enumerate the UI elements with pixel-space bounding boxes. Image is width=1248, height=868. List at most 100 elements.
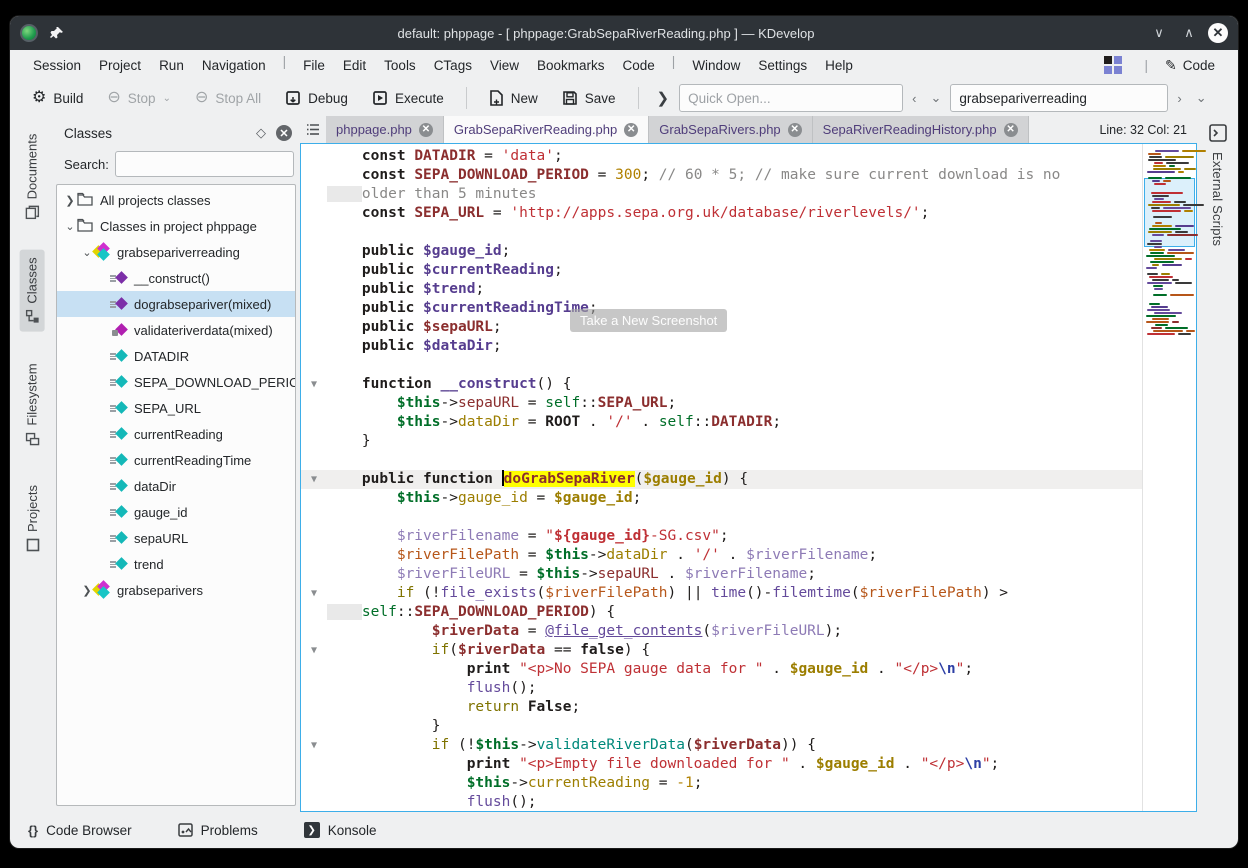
code-line[interactable]: self::SEPA_DOWNLOAD_PERIOD) { xyxy=(301,603,1142,622)
code-line[interactable]: $this->dataDir = ROOT . '/' . self::DATA… xyxy=(301,413,1142,432)
tree-item-datadir[interactable]: DATADIR xyxy=(57,343,295,369)
tree-item-classes-in-project-phppage[interactable]: ⌄Classes in project phppage xyxy=(57,213,295,239)
tree-item-trend[interactable]: trend xyxy=(57,551,295,577)
code-line[interactable]: $riverFilePath = $this->dataDir . '/' . … xyxy=(301,546,1142,565)
code-line[interactable] xyxy=(301,508,1142,527)
code-line[interactable]: public $currentReading; xyxy=(301,261,1142,280)
titlebar[interactable]: default: phppage - [ phppage:GrabSepaRiv… xyxy=(10,16,1238,50)
tab-close-icon[interactable]: ✕ xyxy=(1004,123,1018,137)
classes-search-input[interactable] xyxy=(115,151,294,177)
tree-item-gauge-id[interactable]: gauge_id xyxy=(57,499,295,525)
tree-item-sepa-url[interactable]: SEPA_URL xyxy=(57,395,295,421)
tab-close-icon[interactable]: ✕ xyxy=(419,123,433,137)
maximize-button[interactable]: ∧ xyxy=(1178,22,1200,44)
code-line[interactable]: $this->currentReading = -1; xyxy=(301,774,1142,793)
code-line[interactable]: const DATADIR = 'data'; xyxy=(301,147,1142,166)
code-browser-toolview[interactable]: {} Code Browser xyxy=(28,823,132,838)
menu-item-navigation[interactable]: Navigation xyxy=(193,54,275,77)
tab-grabseparivers-php[interactable]: GrabSepaRivers.php✕ xyxy=(649,116,812,143)
problems-toolview[interactable]: Problems xyxy=(178,823,258,838)
code-line[interactable]: ▼ if (!file_exists($riverFilePath) || ti… xyxy=(301,584,1142,603)
menu-item-session[interactable]: Session xyxy=(24,54,90,77)
tab-phppage-php[interactable]: phppage.php✕ xyxy=(326,116,444,143)
fold-marker-icon[interactable]: ▼ xyxy=(301,641,327,660)
code-line[interactable]: ▼ function __construct() { xyxy=(301,375,1142,394)
code-line[interactable]: } xyxy=(301,432,1142,451)
fold-marker-icon[interactable]: ▼ xyxy=(301,470,327,489)
code-line[interactable]: flush(); xyxy=(301,793,1142,811)
code-line[interactable]: $riverFileURL = $this->sepaURL . $riverF… xyxy=(301,565,1142,584)
tree-item--construct-[interactable]: __construct() xyxy=(57,265,295,291)
search-options-icon[interactable]: ⌄ xyxy=(1191,90,1212,106)
area-switcher-icon[interactable] xyxy=(1104,56,1122,74)
menu-item-edit[interactable]: Edit xyxy=(334,54,375,77)
code-line[interactable]: ▼ if($riverData == false) { xyxy=(301,641,1142,660)
code-line[interactable]: $this->gauge_id = $gauge_id; xyxy=(301,489,1142,508)
menu-item-ctags[interactable]: CTags xyxy=(425,54,481,77)
minimize-button[interactable]: ∨ xyxy=(1148,22,1170,44)
tree-item-sepa-download-period[interactable]: SEPA_DOWNLOAD_PERIOD xyxy=(57,369,295,395)
tree-item-sepaurl[interactable]: sepaURL xyxy=(57,525,295,551)
toolbar-overflow-chevron[interactable]: ❯ xyxy=(651,89,676,107)
chevron-right-icon[interactable]: ❯ xyxy=(63,194,77,207)
symbol-search-input[interactable] xyxy=(950,84,1168,112)
quick-open-input[interactable] xyxy=(679,84,903,112)
code-line[interactable]: public $dataDir; xyxy=(301,337,1142,356)
tree-item-currentreadingtime[interactable]: currentReadingTime xyxy=(57,447,295,473)
minimap-viewport[interactable] xyxy=(1144,178,1195,247)
code-line[interactable]: $this->sepaURL = self::SEPA_URL; xyxy=(301,394,1142,413)
history-back-icon[interactable]: ‹ xyxy=(907,91,921,106)
sidebar-item-filesystem[interactable]: Filesystem xyxy=(20,355,45,453)
code-line[interactable]: $riverData = @file_get_contents($riverFi… xyxy=(301,622,1142,641)
tree-item-currentreading[interactable]: currentReading xyxy=(57,421,295,447)
code-line[interactable]: } xyxy=(301,717,1142,736)
tree-item-validateriverdata-mixed-[interactable]: validateriverdata(mixed) xyxy=(57,317,295,343)
tab-separiverreadinghistory-php[interactable]: SepaRiverReadingHistory.php✕ xyxy=(813,116,1029,143)
code-line[interactable]: print "<p>No SEPA gauge data for " . $ga… xyxy=(301,660,1142,679)
execute-button[interactable]: Execute xyxy=(362,85,454,111)
menu-item-code[interactable]: Code xyxy=(614,54,664,77)
code-line[interactable]: ▼ public function doGrabSepaRiver($gauge… xyxy=(301,470,1142,489)
search-next-icon[interactable]: › xyxy=(1172,91,1186,106)
code-line[interactable] xyxy=(301,223,1142,242)
tree-item-grabsepariverreading[interactable]: ⌄grabsepariverreading xyxy=(57,239,295,265)
menu-item-tools[interactable]: Tools xyxy=(375,54,425,77)
code-line[interactable]: older than 5 minutes xyxy=(301,185,1142,204)
code-line[interactable]: public $gauge_id; xyxy=(301,242,1142,261)
minimap-scrollbar[interactable] xyxy=(1142,144,1196,811)
menu-item-help[interactable]: Help xyxy=(816,54,862,77)
tree-item-all-projects-classes[interactable]: ❯All projects classes xyxy=(57,187,295,213)
tab-close-icon[interactable]: ✕ xyxy=(624,123,638,137)
sidebar-item-classes[interactable]: Classes xyxy=(20,249,45,331)
code-line[interactable]: return False; xyxy=(301,698,1142,717)
save-button[interactable]: Save xyxy=(552,85,626,111)
code-line[interactable] xyxy=(301,356,1142,375)
tree-item-dograbsepariver-mixed-[interactable]: dograbsepariver(mixed) xyxy=(57,291,295,317)
document-list-icon[interactable] xyxy=(300,116,326,143)
code-line[interactable] xyxy=(301,451,1142,470)
sidebar-item-projects[interactable]: Projects xyxy=(20,477,45,560)
code-text[interactable]: const DATADIR = 'data'; const SEPA_DOWNL… xyxy=(301,144,1142,811)
code-line[interactable]: print "<p>Empty file downloaded for " . … xyxy=(301,755,1142,774)
history-down-icon[interactable]: ⌄ xyxy=(925,90,946,106)
chevron-down-icon[interactable]: ⌄ xyxy=(63,220,77,233)
code-line[interactable]: public $trend; xyxy=(301,280,1142,299)
fold-marker-icon[interactable]: ▼ xyxy=(301,736,327,755)
external-scripts-tab[interactable]: External Scripts xyxy=(1210,152,1225,246)
tree-item-grabseparivers[interactable]: ❯grabseparivers xyxy=(57,577,295,603)
code-line[interactable]: ▼ if (!$this->validateRiverData($riverDa… xyxy=(301,736,1142,755)
sidebar-item-documents[interactable]: Documents xyxy=(20,125,45,227)
tab-grabsepariverreading-php[interactable]: GrabSepaRiverReading.php✕ xyxy=(444,116,649,143)
code-line[interactable]: const SEPA_DOWNLOAD_PERIOD = 300; // 60 … xyxy=(301,166,1142,185)
code-line[interactable]: flush(); xyxy=(301,679,1142,698)
menu-item-bookmarks[interactable]: Bookmarks xyxy=(528,54,614,77)
menu-item-file[interactable]: File xyxy=(294,54,334,77)
menu-item-settings[interactable]: Settings xyxy=(749,54,816,77)
konsole-toolview[interactable]: ❯ Konsole xyxy=(304,822,377,838)
tab-close-icon[interactable]: ✕ xyxy=(788,123,802,137)
close-panel-icon[interactable]: ✕ xyxy=(276,125,292,141)
external-scripts-icon[interactable] xyxy=(1209,124,1227,142)
debug-button[interactable]: Debug xyxy=(275,85,358,111)
menu-item-run[interactable]: Run xyxy=(150,54,193,77)
menu-item-view[interactable]: View xyxy=(481,54,528,77)
